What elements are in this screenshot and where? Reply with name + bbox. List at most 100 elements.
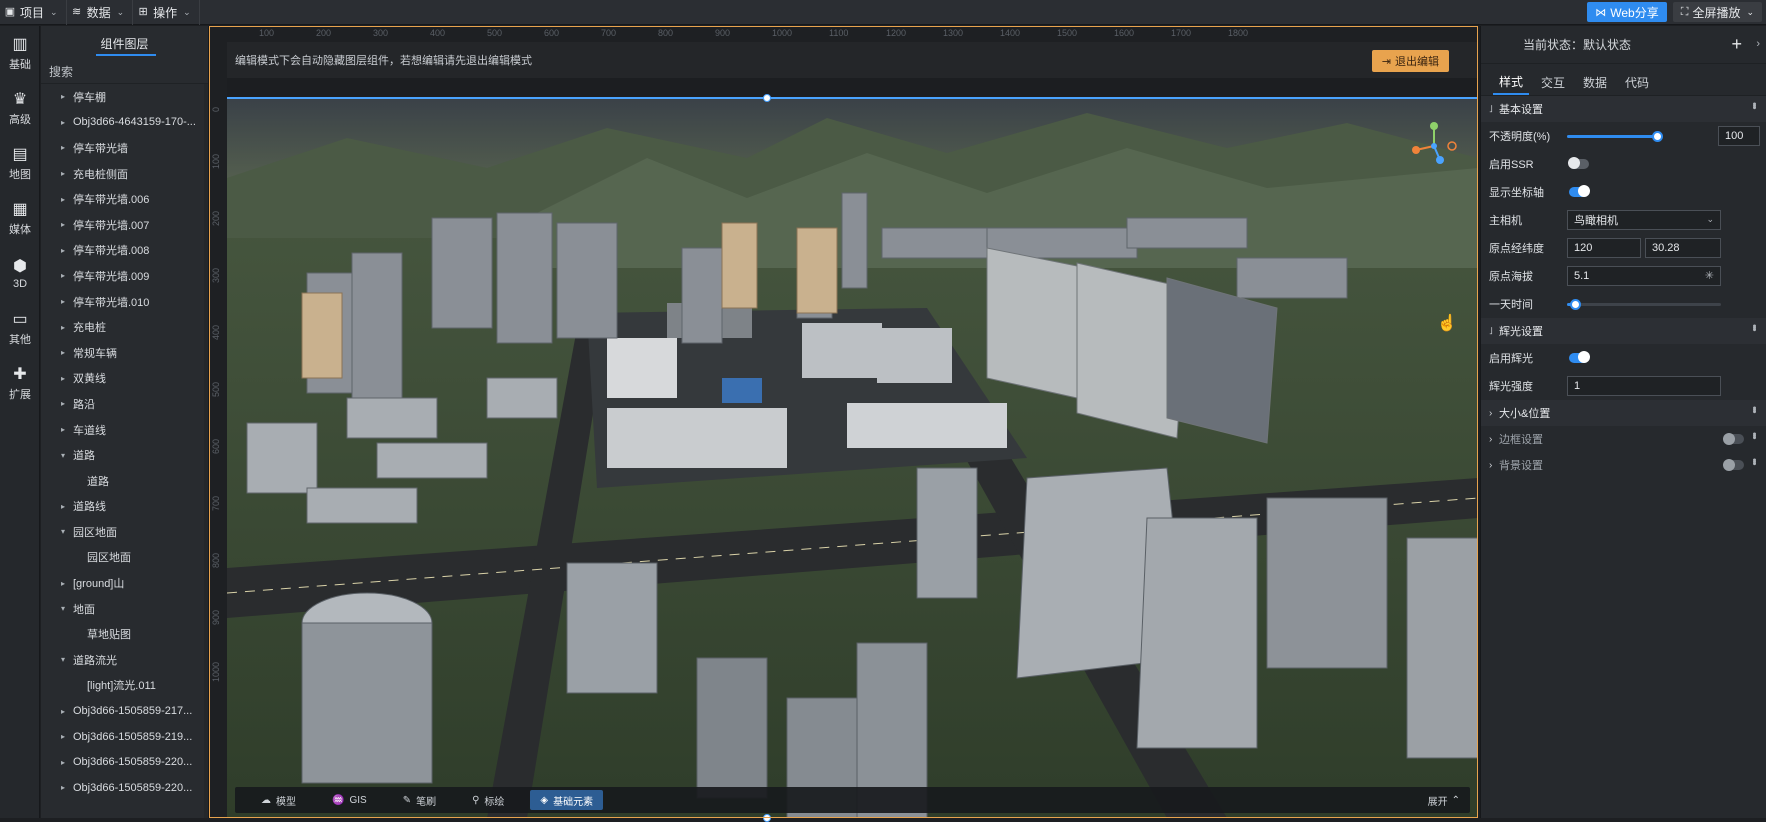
- menu-operate[interactable]: ⊞ 操作 ⌄: [133, 0, 200, 25]
- more-options-icon[interactable]: •••: [1748, 406, 1760, 412]
- layer-tree-item[interactable]: ▸ 车道线: [41, 417, 208, 443]
- rail-item-3d[interactable]: ⬢ 3D: [0, 246, 40, 301]
- rail-item-extension[interactable]: ✚ 扩展: [0, 356, 40, 411]
- toolbar-tab-pin[interactable]: ⚲ 标绘: [462, 790, 514, 810]
- rail-item-other[interactable]: ▭ 其他: [0, 301, 40, 356]
- layer-tree-item[interactable]: ▸ Obj3d66-1505859-217...: [41, 698, 208, 724]
- caret-right-icon[interactable]: ▸: [61, 195, 73, 204]
- caret-down-icon[interactable]: ▾: [61, 527, 73, 536]
- time-slider-knob[interactable]: [1569, 299, 1581, 310]
- more-options-icon[interactable]: •••: [1748, 324, 1760, 330]
- caret-right-icon[interactable]: ▸: [61, 579, 73, 588]
- property-tab[interactable]: 数据: [1577, 69, 1613, 95]
- current-state-label[interactable]: 当前状态：默认状态: [1523, 36, 1631, 53]
- ssr-toggle[interactable]: [1568, 157, 1589, 169]
- altitude-input[interactable]: 5.1 ✳: [1567, 266, 1721, 286]
- section-border-settings[interactable]: › 边框设置 •••: [1481, 426, 1766, 452]
- layer-search-input[interactable]: 搜索: [41, 60, 208, 84]
- layer-tree-item[interactable]: ▸ 停车带光墙.008: [41, 238, 208, 264]
- rail-item-basic[interactable]: ▥ 基础: [0, 26, 40, 81]
- longitude-input[interactable]: 120: [1567, 238, 1641, 258]
- property-tab[interactable]: 交互: [1535, 69, 1571, 95]
- axis-toggle[interactable]: [1569, 185, 1590, 197]
- layer-tree-item[interactable]: ▸ 停车棚: [41, 84, 208, 110]
- caret-right-icon[interactable]: ▸: [61, 246, 73, 255]
- camera-select[interactable]: 鸟瞰相机 ⌄: [1567, 210, 1721, 230]
- add-state-icon[interactable]: +: [1731, 34, 1742, 55]
- opacity-input[interactable]: 100: [1718, 126, 1760, 146]
- property-tab[interactable]: 样式: [1493, 69, 1530, 95]
- caret-right-icon[interactable]: ▸: [61, 118, 73, 127]
- layer-tree-item[interactable]: ▸ 常规车辆: [41, 340, 208, 366]
- section-basic-settings[interactable]: ˩ 基本设置 •••: [1481, 96, 1766, 122]
- caret-right-icon[interactable]: ▸: [61, 297, 73, 306]
- menu-project[interactable]: ▣ 项目 ⌄: [0, 0, 67, 25]
- expand-toolbar-button[interactable]: 展开 ⌃: [1428, 791, 1460, 809]
- layer-tree-item[interactable]: ▸ 停车带光墙.007: [41, 212, 208, 238]
- toolbar-tab-element[interactable]: ◈ 基础元素: [530, 790, 604, 810]
- section-glow-settings[interactable]: ˩ 辉光设置 •••: [1481, 318, 1766, 344]
- layer-tree-item[interactable]: ▸ 道路线: [41, 494, 208, 520]
- resize-handle-bottom[interactable]: [763, 814, 771, 822]
- property-tab[interactable]: 代码: [1619, 69, 1655, 95]
- section-background-settings[interactable]: › 背景设置 •••: [1481, 452, 1766, 478]
- layer-tree-item[interactable]: ▸ 停车带光墙: [41, 135, 208, 161]
- layer-tree-item[interactable]: 园区地面: [41, 545, 208, 571]
- web-share-button[interactable]: ⋈ Web分享: [1587, 2, 1667, 22]
- layer-tree-item[interactable]: ▾ 园区地面: [41, 519, 208, 545]
- toolbar-tab-model[interactable]: ☁ 模型: [251, 790, 306, 810]
- layer-tree-item[interactable]: [light]流光.011: [41, 673, 208, 699]
- caret-right-icon[interactable]: ▸: [61, 707, 73, 716]
- section-size-position[interactable]: › 大小&位置 •••: [1481, 400, 1766, 426]
- toolbar-tab-brush[interactable]: ✎ 笔刷: [393, 790, 446, 810]
- axis-gizmo-icon[interactable]: [1408, 120, 1460, 172]
- exit-edit-button[interactable]: ⇥ 退出编辑: [1371, 50, 1449, 72]
- layer-tree-item[interactable]: ▾ 道路流光: [41, 647, 208, 673]
- caret-right-icon[interactable]: ▸: [61, 502, 73, 511]
- caret-right-icon[interactable]: ▸: [61, 271, 73, 280]
- layer-tree-item[interactable]: ▾ 道路: [41, 442, 208, 468]
- layer-tree-item[interactable]: 道路: [41, 468, 208, 494]
- more-options-icon[interactable]: •••: [1748, 458, 1760, 464]
- opacity-slider-knob[interactable]: [1652, 131, 1663, 142]
- caret-down-icon[interactable]: ▾: [61, 451, 73, 460]
- time-of-day-slider[interactable]: [1567, 299, 1721, 310]
- caret-down-icon[interactable]: ▾: [61, 604, 73, 613]
- background-toggle[interactable]: [1723, 459, 1744, 471]
- layer-tree-item[interactable]: ▸ 充电桩: [41, 314, 208, 340]
- layer-tree-item[interactable]: ▸ Obj3d66-1505859-220...: [41, 749, 208, 775]
- rail-item-media[interactable]: ▦ 媒体: [0, 191, 40, 246]
- caret-right-icon[interactable]: ▸: [61, 348, 73, 357]
- rail-item-advanced[interactable]: ♛ 高级: [0, 81, 40, 136]
- caret-right-icon[interactable]: ▸: [61, 374, 73, 383]
- layer-tree-item[interactable]: ▾ 地面: [41, 596, 208, 622]
- border-toggle[interactable]: [1723, 433, 1744, 445]
- layer-tree-item[interactable]: ▸ Obj3d66-4643159-170-...: [41, 110, 208, 136]
- caret-right-icon[interactable]: ▸: [61, 399, 73, 408]
- layer-tree-item[interactable]: 草地贴图: [41, 621, 208, 647]
- fullscreen-play-button[interactable]: ⛶ 全屏播放 ⌄: [1672, 2, 1762, 22]
- spinner-icon[interactable]: ✳: [1705, 269, 1714, 282]
- layer-tree-item[interactable]: ▸ Obj3d66-1505859-220...: [41, 775, 208, 801]
- layer-tree-item[interactable]: ▸ 停车带光墙.010: [41, 289, 208, 315]
- resize-handle-top[interactable]: [763, 94, 771, 102]
- 3d-scene-viewport[interactable]: [227, 98, 1478, 818]
- caret-right-icon[interactable]: ▸: [61, 783, 73, 792]
- layer-tree-item[interactable]: ▸ 路沿: [41, 391, 208, 417]
- layer-tree-item[interactable]: ▸ 停车带光墙.009: [41, 263, 208, 289]
- more-options-icon[interactable]: •••: [1748, 432, 1760, 438]
- caret-right-icon[interactable]: ▸: [61, 92, 73, 101]
- caret-right-icon[interactable]: ▸: [61, 758, 73, 767]
- layer-scrollbar[interactable]: [204, 84, 208, 818]
- layer-tree-item[interactable]: ▸ 停车带光墙.006: [41, 186, 208, 212]
- menu-data[interactable]: ≋ 数据 ⌄: [67, 0, 134, 25]
- chevron-right-icon[interactable]: ›: [1756, 38, 1760, 50]
- layer-panel-title[interactable]: 组件图层: [41, 26, 208, 60]
- caret-right-icon[interactable]: ▸: [61, 143, 73, 152]
- caret-right-icon[interactable]: ▸: [61, 220, 73, 229]
- glow-toggle[interactable]: [1569, 351, 1590, 363]
- layer-tree-item[interactable]: ▸ 充电桩侧面: [41, 161, 208, 187]
- layer-tree-item[interactable]: ▸ Obj3d66-1505859-219...: [41, 724, 208, 750]
- more-options-icon[interactable]: •••: [1748, 102, 1760, 108]
- caret-down-icon[interactable]: ▾: [61, 655, 73, 664]
